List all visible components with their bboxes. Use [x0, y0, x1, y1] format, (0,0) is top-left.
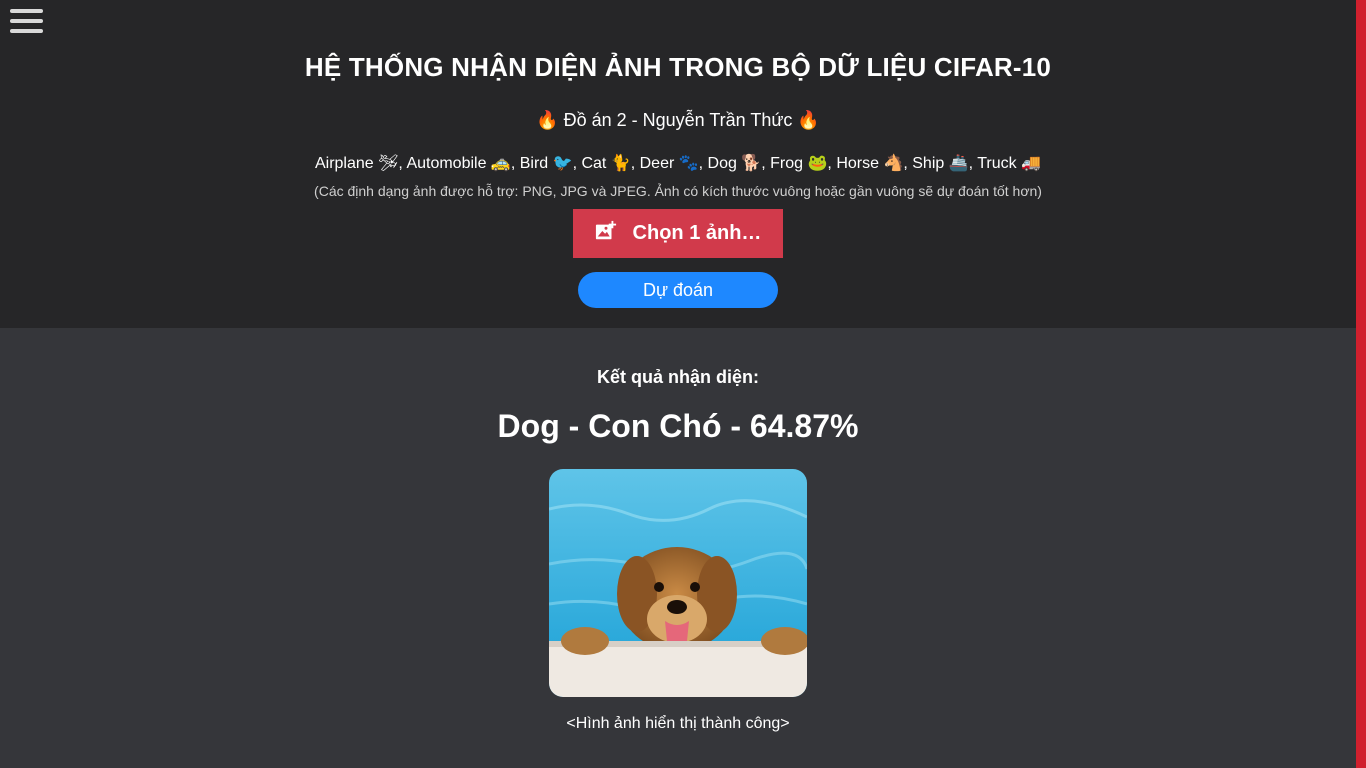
page-subtitle: 🔥 Đồ án 2 - Nguyễn Trần Thức 🔥	[536, 110, 820, 130]
page-title: HỆ THỐNG NHẬN DIỆN ẢNH TRONG BỘ DỮ LIỆU …	[304, 52, 1052, 82]
class-list: Airplane 🛩, Automobile 🚕, Bird 🐦, Cat 🐈,…	[314, 155, 1042, 172]
image-caption: <Hình ảnh hiển thị thành công>	[566, 715, 790, 732]
result-heading: Kết quả nhận diện:	[597, 367, 759, 387]
hamburger-menu-icon[interactable]	[10, 9, 43, 33]
uploaded-image	[549, 469, 807, 697]
add-image-icon	[595, 220, 616, 239]
prediction-result: Dog - Con Chó - 64.87%	[497, 408, 859, 444]
choose-image-label: Chọn 1 ảnh…	[632, 222, 762, 244]
choose-image-button[interactable]: Chọn 1 ảnh…	[573, 209, 783, 258]
format-note: (Các định dạng ảnh được hỗ trợ: PNG, JPG…	[314, 183, 1042, 199]
page: HỆ THỐNG NHẬN DIỆN ẢNH TRONG BỘ DỮ LIỆU …	[0, 0, 1366, 768]
predict-button[interactable]: Dự đoán	[578, 272, 778, 308]
scrollbar[interactable]	[1356, 0, 1366, 768]
